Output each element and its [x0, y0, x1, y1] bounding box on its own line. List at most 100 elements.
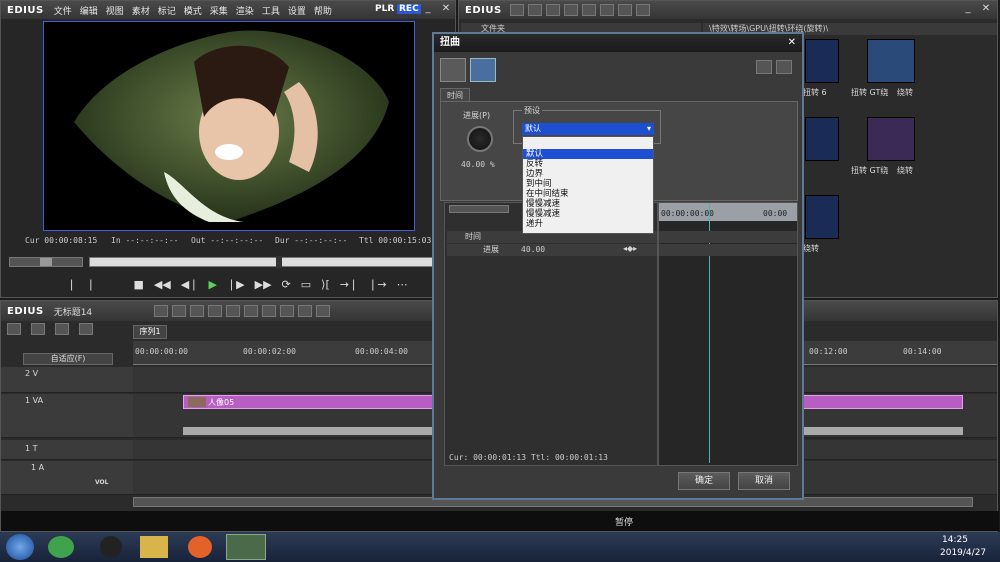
shuttle-slider[interactable] — [9, 257, 83, 267]
tree-zoom-slider[interactable] — [449, 205, 509, 213]
delete-clip-icon[interactable] — [316, 305, 331, 317]
track-header-2v[interactable]: 2 V — [1, 367, 133, 393]
track-header-1a[interactable]: 1 A VOL — [1, 461, 133, 495]
step-back-icon[interactable]: ◀❘ — [181, 278, 199, 291]
keyframe-lane-progress[interactable] — [659, 244, 797, 256]
close-icon[interactable]: ✕ — [439, 3, 453, 16]
preset-option-to-middle[interactable]: 到中间 — [523, 179, 653, 189]
overwrite-icon[interactable]: →❘ — [340, 278, 358, 291]
up-icon[interactable] — [527, 4, 542, 16]
new-sequence-icon[interactable] — [154, 305, 169, 317]
copy-icon[interactable] — [262, 305, 277, 317]
tree-row-progress[interactable]: 进展 40.00 ◂◆▸ — [447, 244, 657, 256]
paste-icon[interactable] — [280, 305, 295, 317]
capture-icon[interactable] — [172, 305, 187, 317]
track-header-1va[interactable]: 1 VA — [1, 394, 133, 438]
effect-thumbnail[interactable] — [867, 117, 915, 161]
shuttle-knob[interactable] — [40, 258, 52, 266]
split-icon[interactable]: ❘→ — [368, 278, 386, 291]
menu-tools[interactable]: 工具 — [258, 4, 284, 17]
effect-thumbnail[interactable] — [805, 117, 839, 161]
redo-icon[interactable] — [776, 60, 792, 74]
save-icon[interactable] — [226, 305, 241, 317]
position-indicator[interactable] — [276, 256, 282, 268]
cut-icon[interactable] — [244, 305, 259, 317]
mode-icon[interactable] — [7, 323, 21, 335]
tool-icon[interactable] — [563, 4, 578, 16]
set-out-icon[interactable]: ❘ — [86, 278, 95, 291]
menu-mode[interactable]: 模式 — [180, 4, 206, 17]
lock-icon[interactable] — [635, 4, 650, 16]
menu-view[interactable]: 视图 — [102, 4, 128, 17]
delete-icon[interactable] — [581, 4, 596, 16]
preset-option-ascend[interactable]: 递升 — [523, 219, 653, 229]
dialog-close-icon[interactable]: ✕ — [788, 34, 796, 51]
set-in-icon[interactable]: ❘ — [67, 278, 76, 291]
ok-button[interactable]: 确定 — [678, 472, 730, 490]
play-icon[interactable]: ▶ — [208, 278, 216, 291]
menu-file[interactable]: 文件 — [50, 4, 76, 17]
folder-icon[interactable] — [509, 4, 524, 16]
step-forward-icon[interactable]: ❘▶ — [227, 278, 245, 291]
rec-indicator[interactable]: REC — [397, 4, 421, 14]
fit-mode-dropdown[interactable]: 自适应(F) — [23, 353, 113, 365]
fast-forward-icon[interactable]: ▶▶ — [255, 278, 272, 291]
loop-icon[interactable]: ⟳ — [282, 278, 291, 291]
qq-icon[interactable] — [100, 536, 122, 558]
browser-icon[interactable] — [48, 536, 74, 558]
position-slider[interactable] — [89, 256, 453, 268]
undo-icon[interactable] — [756, 60, 772, 74]
open-icon[interactable] — [208, 305, 223, 317]
insert-icon[interactable]: ⟩[ — [321, 278, 330, 291]
effect-thumbnail[interactable] — [805, 39, 839, 83]
group-icon[interactable] — [79, 323, 93, 335]
menu-help[interactable]: 帮助 — [310, 4, 336, 17]
effect-thumbnail[interactable] — [867, 39, 915, 83]
paint-mode-icon[interactable] — [440, 58, 466, 82]
clock-mode-icon[interactable] — [470, 58, 496, 82]
keyframe-ruler[interactable]: 00:00:00:00 00:00 — [659, 203, 797, 221]
plr-indicator[interactable]: PLR — [375, 4, 394, 14]
menu-edit[interactable]: 编辑 — [76, 4, 102, 17]
sync-icon[interactable] — [31, 323, 45, 335]
link-icon[interactable] — [55, 323, 69, 335]
firefox-icon[interactable] — [188, 536, 212, 558]
menu-clip[interactable]: 素材 — [128, 4, 154, 17]
more-icon[interactable]: ⋯ — [397, 278, 408, 291]
menu-capture[interactable]: 采集 — [206, 4, 232, 17]
tab-time[interactable]: 时间 — [440, 88, 470, 102]
new-project-icon[interactable] — [190, 305, 205, 317]
properties-icon[interactable] — [599, 4, 614, 16]
sequence-tab[interactable]: 序列1 — [133, 325, 167, 339]
menu-settings[interactable]: 设置 — [284, 4, 310, 17]
preset-option-slow-2[interactable]: 慢慢减速 — [523, 209, 653, 219]
menu-marker[interactable]: 标记 — [154, 4, 180, 17]
minimize-icon[interactable]: _ — [421, 3, 435, 16]
add-icon[interactable] — [545, 4, 560, 16]
progress-knob[interactable] — [467, 126, 493, 152]
preset-option-reverse[interactable]: 反转 — [523, 159, 653, 169]
stop-icon[interactable]: ■ — [133, 278, 143, 291]
preset-option-border[interactable]: 边界 — [523, 169, 653, 179]
view-icon[interactable] — [617, 4, 632, 16]
preset-dropdown[interactable]: 默认 ▾ — [522, 123, 654, 135]
menu-render[interactable]: 渲染 — [232, 4, 258, 17]
ripple-icon[interactable] — [298, 305, 313, 317]
rewind-icon[interactable]: ◀◀ — [154, 278, 171, 291]
output-icon[interactable]: ▭ — [301, 278, 311, 291]
effect-thumbnail[interactable] — [805, 195, 839, 239]
edius-taskbar-icon[interactable] — [226, 534, 266, 560]
chevron-down-icon[interactable]: ▾ — [647, 123, 651, 135]
track-header-1t[interactable]: 1 T — [1, 440, 133, 460]
cancel-button[interactable]: 取消 — [738, 472, 790, 490]
preset-option-default[interactable]: 默认 — [523, 149, 653, 159]
bin-close-icon[interactable]: ✕ — [979, 3, 993, 16]
start-button[interactable] — [6, 534, 34, 560]
keyframe-lane-time[interactable] — [659, 231, 797, 243]
keyframe-nav-icon[interactable]: ◂◆▸ — [623, 244, 637, 253]
preset-option-end-middle[interactable]: 在中间结束 — [523, 189, 653, 199]
keyframe-timeline[interactable]: 00:00:00:00 00:00 — [658, 202, 798, 466]
preset-option-slow-1[interactable]: 慢慢减速 — [523, 199, 653, 209]
bin-minimize-icon[interactable]: _ — [961, 3, 975, 16]
explorer-icon[interactable] — [140, 536, 168, 558]
